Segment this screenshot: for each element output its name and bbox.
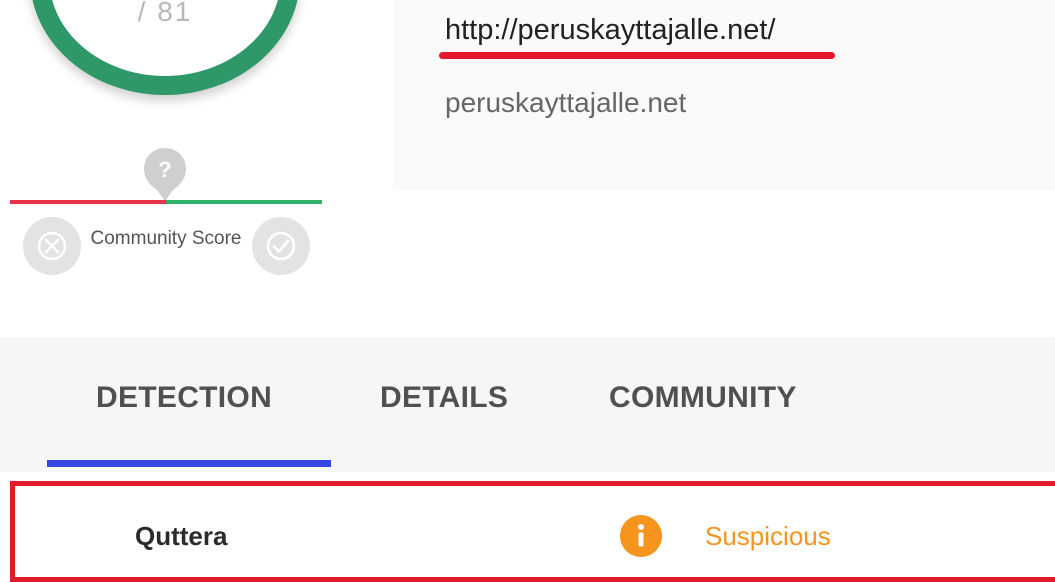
checkmark-icon: [266, 231, 296, 261]
scanned-domain[interactable]: peruskayttajalle.net: [445, 87, 686, 119]
tab-detection[interactable]: DETECTION: [96, 381, 272, 415]
url-highlight-underline: [439, 52, 835, 59]
score-total: / 81: [137, 0, 193, 27]
tab-details[interactable]: DETAILS: [380, 381, 508, 415]
page: / 81 ? Community Score http://peruskaytt…: [0, 0, 1055, 582]
tab-bar: DETECTION DETAILS COMMUNITY: [0, 337, 1055, 472]
vote-harmless-button[interactable]: [252, 217, 310, 275]
community-score-positive-bar: [166, 200, 322, 204]
engine-name: Quttera: [135, 521, 228, 551]
community-score-label: Community Score: [90, 228, 242, 249]
active-tab-indicator: [47, 460, 331, 467]
close-icon: [37, 231, 67, 261]
svg-text:?: ?: [158, 157, 171, 182]
community-score-negative-bar: [10, 200, 166, 204]
question-mark-icon: ?: [144, 148, 186, 201]
url-info-panel: http://peruskayttajalle.net/ peruskaytta…: [393, 0, 1055, 190]
tab-community[interactable]: COMMUNITY: [609, 381, 797, 415]
detection-score-gauge: / 81: [30, 0, 300, 95]
info-icon: [620, 515, 662, 557]
detection-result-row: Quttera Suspicious: [10, 481, 1055, 582]
scanned-url[interactable]: http://peruskayttajalle.net/: [445, 14, 775, 47]
community-score-widget: ? Community Score: [10, 140, 322, 290]
vote-harmful-button[interactable]: [23, 217, 81, 275]
verdict-label: Suspicious: [705, 521, 831, 551]
